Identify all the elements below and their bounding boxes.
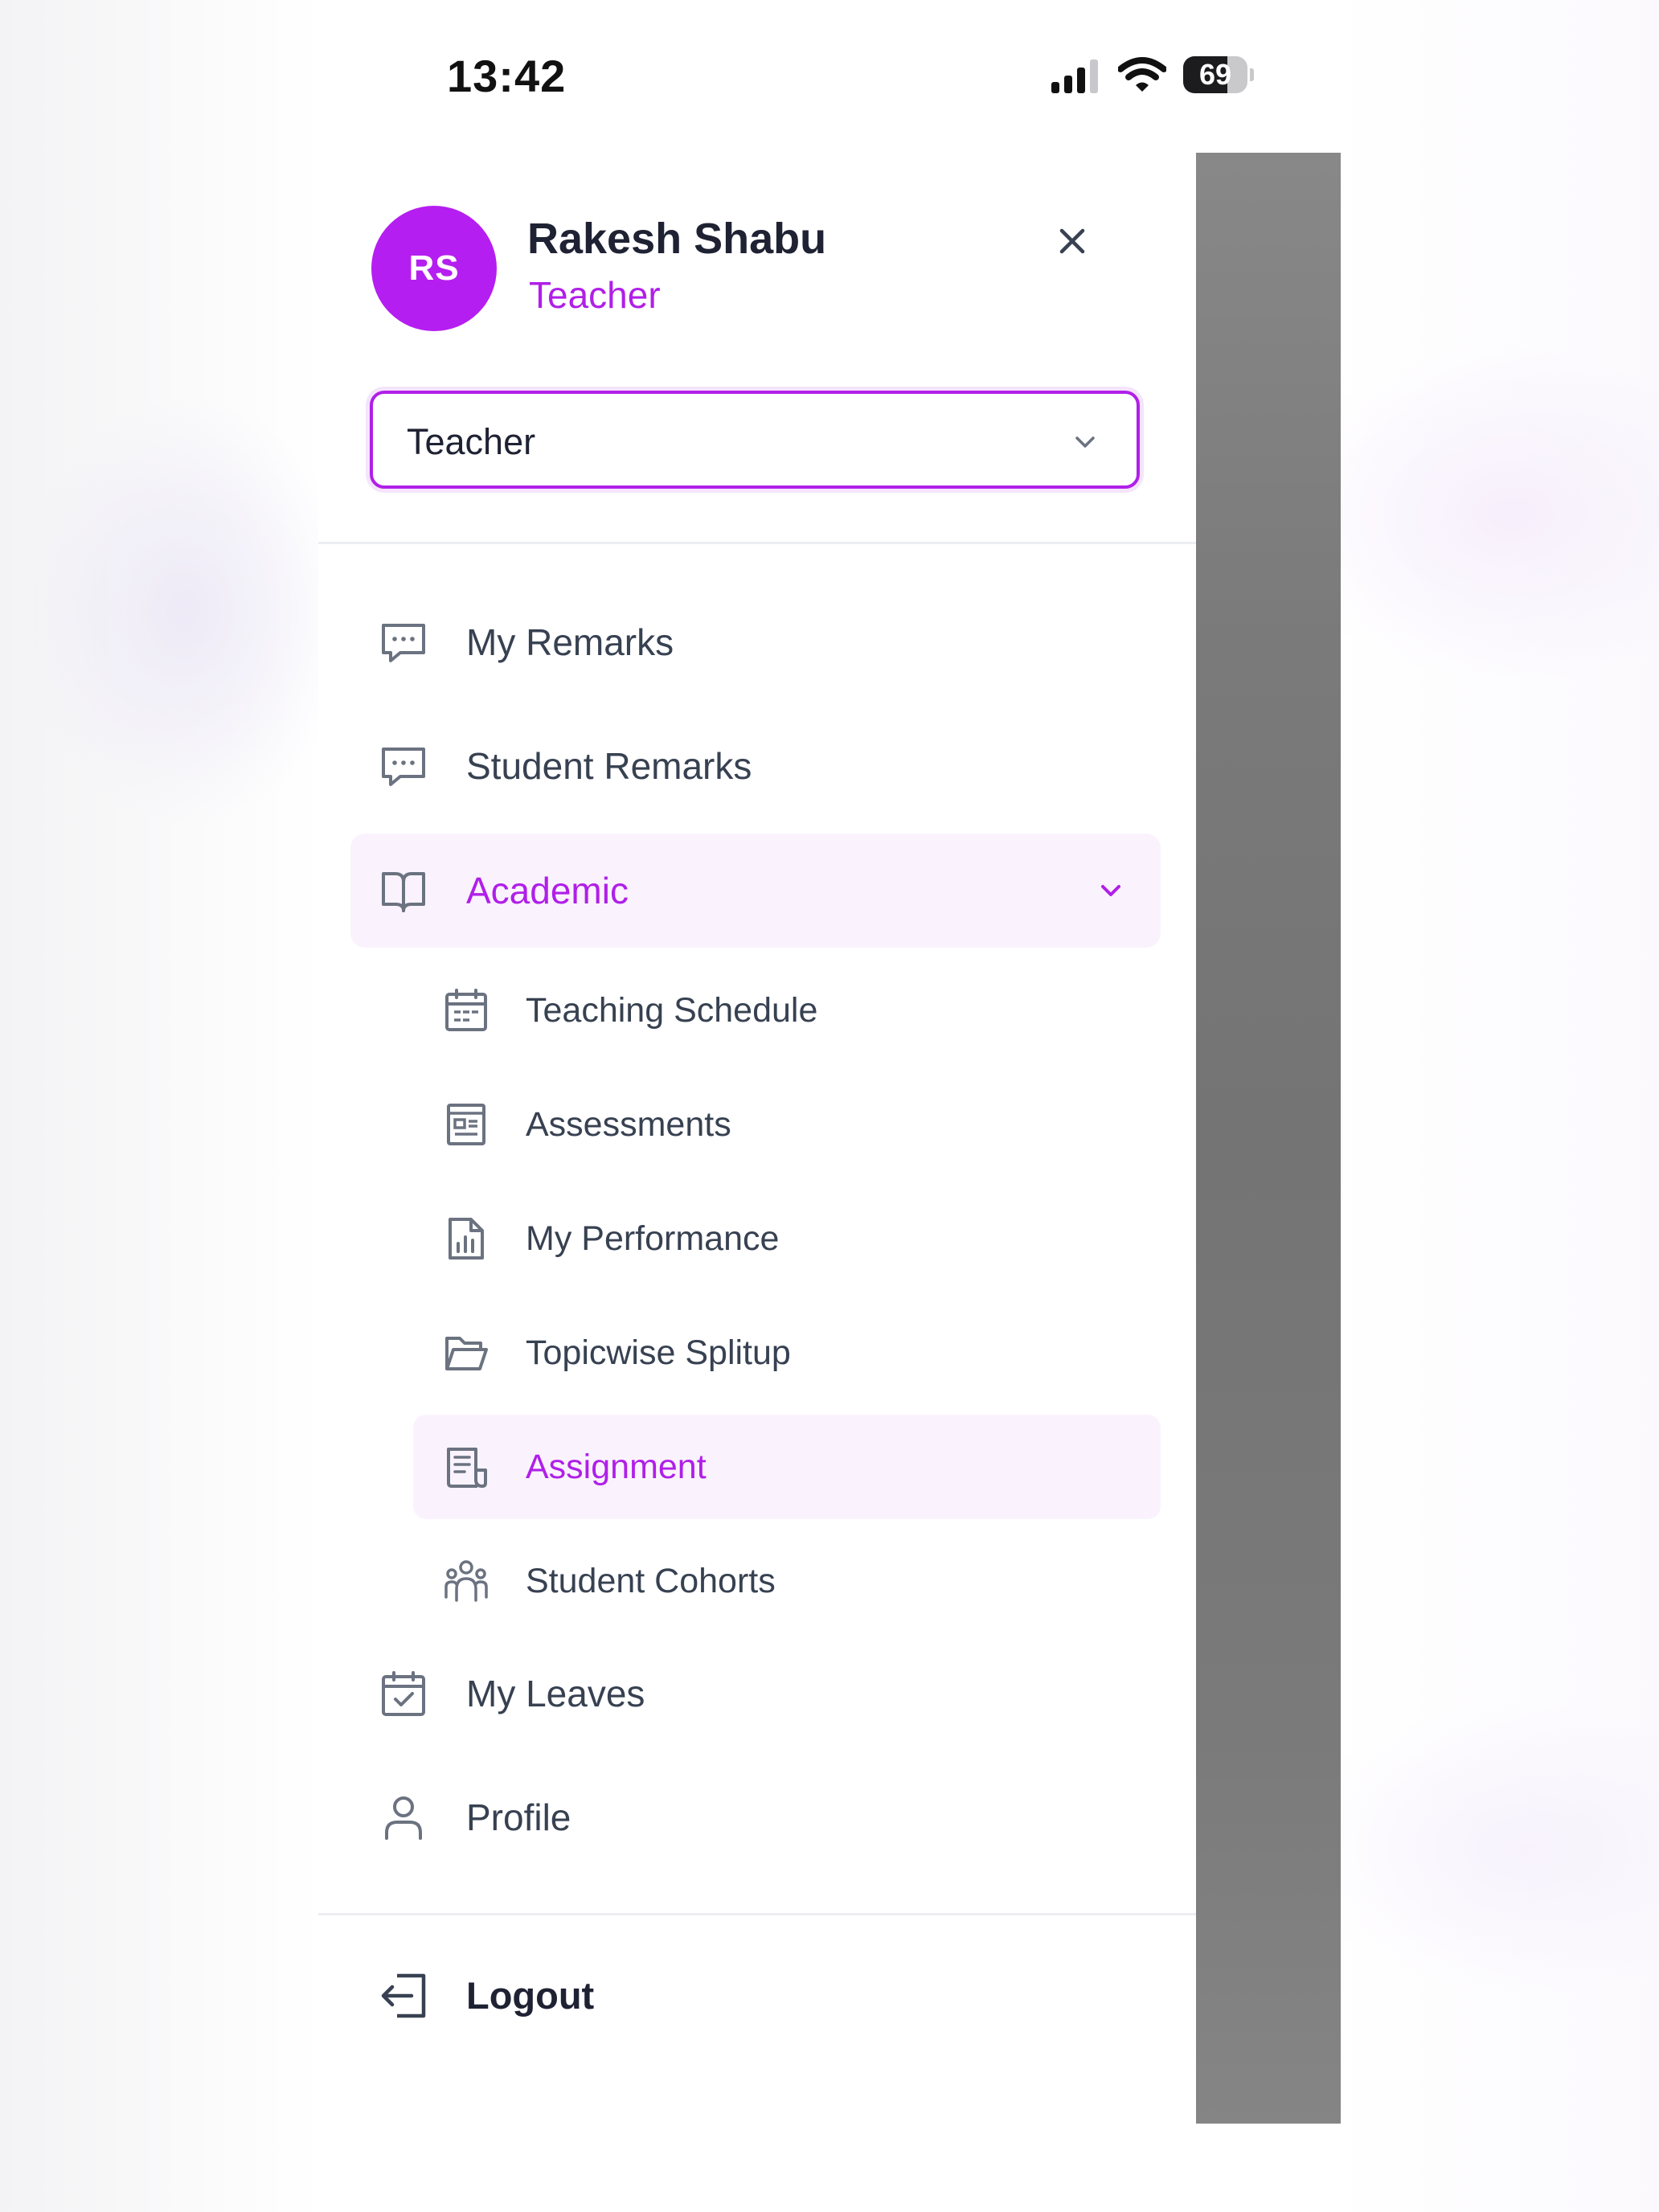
user-name: Rakesh Shabu bbox=[527, 215, 827, 263]
divider bbox=[318, 542, 1196, 544]
battery-level: 69 bbox=[1198, 58, 1232, 91]
role-select-value: Teacher bbox=[407, 421, 536, 462]
sub-item-label: Topicwise Splitup bbox=[526, 1333, 791, 1372]
phone-screen: 13:42 69 RS Rakesh Shabu Teacher Teacher… bbox=[318, 0, 1341, 2212]
sub-item-label: Assessments bbox=[526, 1105, 731, 1144]
logout-icon bbox=[379, 1972, 428, 2020]
folder-open-icon bbox=[444, 1330, 489, 1375]
chevron-down-icon bbox=[1096, 876, 1125, 905]
user-icon bbox=[379, 1793, 428, 1841]
nav-item-profile[interactable]: Profile bbox=[350, 1760, 1161, 1874]
sub-item-teaching-schedule[interactable]: Teaching Schedule bbox=[413, 958, 1161, 1063]
sub-item-student-cohorts[interactable]: Student Cohorts bbox=[413, 1529, 1161, 1633]
nav-item-my-remarks[interactable]: My Remarks bbox=[350, 585, 1161, 699]
role-select[interactable]: Teacher bbox=[370, 391, 1140, 489]
chat-bubble-icon bbox=[379, 618, 428, 666]
signal-icon bbox=[1051, 58, 1101, 93]
sub-item-label: Student Cohorts bbox=[526, 1562, 776, 1600]
book-open-icon bbox=[379, 866, 428, 915]
divider bbox=[318, 1913, 1196, 1915]
close-icon bbox=[1059, 228, 1085, 254]
chevron-down-icon bbox=[1071, 428, 1100, 457]
navigation-drawer: RS Rakesh Shabu Teacher Teacher My Remar… bbox=[318, 153, 1196, 2212]
status-bar: 13:42 69 bbox=[318, 0, 1341, 153]
nav-item-student-remarks[interactable]: Student Remarks bbox=[350, 709, 1161, 823]
battery-body: 69 bbox=[1183, 56, 1247, 93]
logout-label: Logout bbox=[466, 1974, 595, 2017]
status-time: 13:42 bbox=[447, 51, 567, 101]
sub-item-label: Teaching Schedule bbox=[526, 991, 818, 1030]
document-text-icon bbox=[444, 1444, 489, 1489]
logout-button[interactable]: Logout bbox=[350, 1939, 1161, 2053]
nav-item-my-leaves[interactable]: My Leaves bbox=[350, 1636, 1161, 1751]
nav-item-label: My Remarks bbox=[466, 621, 674, 663]
avatar: RS bbox=[371, 206, 497, 331]
nav-item-academic[interactable]: Academic bbox=[350, 834, 1161, 948]
close-button[interactable] bbox=[1048, 217, 1096, 265]
sub-item-label: My Performance bbox=[526, 1219, 780, 1258]
calendar-icon bbox=[444, 988, 489, 1033]
dimmed-page-overlay[interactable] bbox=[1196, 153, 1341, 2124]
document-chart-icon bbox=[444, 1216, 489, 1261]
newspaper-icon bbox=[444, 1102, 489, 1147]
nav-item-label: Student Remarks bbox=[466, 745, 752, 787]
user-group-icon bbox=[444, 1559, 489, 1604]
battery-cap bbox=[1250, 68, 1254, 81]
user-role: Teacher bbox=[529, 274, 661, 316]
nav-item-label: Profile bbox=[466, 1796, 571, 1838]
chat-bubble-icon bbox=[379, 742, 428, 790]
nav-item-label: Academic bbox=[466, 870, 629, 911]
sub-item-assessments[interactable]: Assessments bbox=[413, 1072, 1161, 1177]
sub-item-topicwise-splitup[interactable]: Topicwise Splitup bbox=[413, 1301, 1161, 1405]
wifi-icon bbox=[1118, 56, 1166, 93]
sub-item-my-performance[interactable]: My Performance bbox=[413, 1186, 1161, 1291]
battery-icon: 69 bbox=[1183, 56, 1254, 95]
calendar-check-icon bbox=[379, 1669, 428, 1718]
nav-item-label: My Leaves bbox=[466, 1673, 645, 1714]
overlay-bottom-strip bbox=[1196, 2124, 1341, 2212]
sub-item-assignment[interactable]: Assignment bbox=[413, 1415, 1161, 1519]
sub-item-label: Assignment bbox=[526, 1448, 707, 1486]
